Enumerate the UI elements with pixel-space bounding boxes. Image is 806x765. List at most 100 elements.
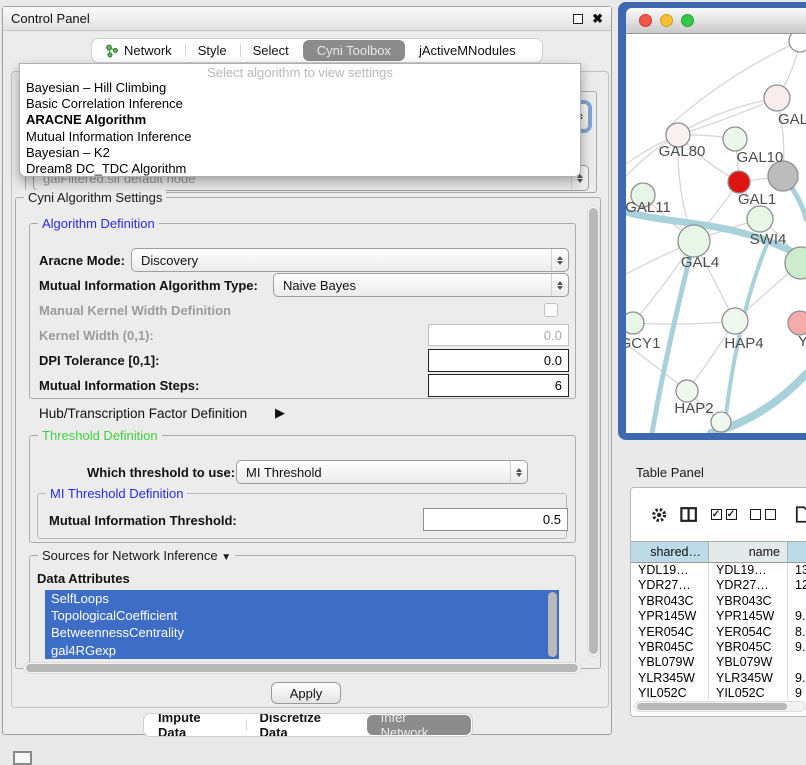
node-gal10[interactable]	[723, 127, 747, 151]
node[interactable]	[789, 34, 806, 52]
tab-infer-network[interactable]: Infer Network	[367, 715, 471, 735]
which-threshold-label: Which threshold to use:	[87, 465, 235, 480]
deselect-all-checkboxes-icon[interactable]	[750, 509, 776, 520]
tab-impute-data[interactable]: Impute Data	[144, 714, 246, 736]
node-gal1[interactable]	[747, 206, 773, 232]
manual-kernel-width-label: Manual Kernel Width Definition	[39, 303, 231, 318]
tab-select[interactable]: Select	[240, 39, 302, 62]
node-label: GAL4	[681, 254, 719, 271]
aracne-mode-label: Aracne Mode:	[39, 253, 125, 268]
combo-stepper-icon	[551, 274, 568, 296]
node-hap4[interactable]	[722, 308, 748, 334]
table-row[interactable]: YBL079W YBL079W	[631, 655, 806, 670]
node-gcy1[interactable]	[626, 312, 644, 334]
manual-kernel-width-checkbox[interactable]	[544, 303, 558, 317]
mi-steps-field[interactable]: 6	[428, 374, 569, 397]
table-row[interactable]: YDL19… YDL19… 13	[631, 563, 806, 578]
table-row[interactable]: YBR045C YBR045C 9.	[631, 640, 806, 655]
popup-item[interactable]: Mutual Information Inference	[20, 129, 580, 145]
node-label: GAL80	[659, 143, 706, 160]
node-label: GAL1	[738, 191, 776, 208]
network-canvas[interactable]: GAL GAL80 GAL10 GAL1 GAL11 SWI4 GAL4 GCY…	[626, 34, 806, 433]
aracne-mode-combobox[interactable]: Discovery	[131, 248, 569, 272]
node-label: SWI4	[750, 231, 787, 248]
apply-button[interactable]: Apply	[271, 682, 341, 704]
float-panel-icon[interactable]	[573, 14, 583, 24]
data-attributes-list[interactable]: SelfLoops TopologicalCoefficient Between…	[45, 590, 559, 659]
tab-jactivemnodules[interactable]: jActiveMNodules	[406, 39, 529, 62]
hub-section-label[interactable]: Hub/Transcription Factor Definition	[39, 406, 247, 421]
mi-steps-label: Mutual Information Steps:	[39, 378, 199, 393]
gear-icon[interactable]	[651, 506, 667, 524]
mi-algorithm-type-label: Mutual Information Algorithm Type:	[39, 278, 258, 293]
group-title: Sources for Network Inference ▼	[38, 548, 235, 563]
node-red-selected[interactable]	[728, 171, 750, 193]
tab-network[interactable]: Network	[92, 39, 185, 62]
minimize-window-icon[interactable]	[660, 14, 673, 27]
node-label: GAL11	[626, 199, 671, 216]
mi-algorithm-type-combobox[interactable]: Naive Bayes	[273, 273, 569, 297]
list-item[interactable]: SelfLoops	[45, 590, 559, 607]
dpi-tolerance-label: DPI Tolerance [0,1]:	[39, 353, 159, 368]
settings-vertical-scrollbar[interactable]	[587, 205, 600, 657]
popup-item-selected[interactable]: ARACNE Algorithm	[20, 112, 580, 128]
table-toolbar: ✓✓	[631, 488, 806, 541]
table-row[interactable]: YPR145W YPR145W 9.	[631, 609, 806, 624]
list-scrollbar[interactable]	[548, 592, 557, 657]
node-pink[interactable]	[788, 311, 806, 335]
node-label: GAL	[778, 111, 806, 128]
tab-cyni-toolbox[interactable]: Cyni Toolbox	[303, 40, 405, 61]
list-item[interactable]: BetweennessCentrality	[45, 624, 559, 641]
close-panel-icon[interactable]: ✖	[592, 14, 603, 24]
control-panel-titlebar: Control Panel ✖	[3, 7, 611, 31]
table-horizontal-scrollbar[interactable]	[634, 701, 806, 712]
table-row[interactable]: YER054C YER054C 8.	[631, 625, 806, 640]
network-view-window[interactable]: GAL GAL80 GAL10 GAL1 GAL11 SWI4 GAL4 GCY…	[618, 2, 806, 440]
tab-discretize-data[interactable]: Discretize Data	[246, 714, 366, 736]
expanded-arrow-icon[interactable]: ▼	[221, 552, 231, 563]
tab-label: Network	[124, 43, 172, 58]
new-document-icon[interactable]	[795, 505, 806, 524]
network-window-titlebar	[626, 8, 806, 34]
network-icon	[105, 44, 119, 58]
table-row[interactable]: YIL052C YIL052C 9	[631, 686, 806, 699]
popup-item[interactable]: Basic Correlation Inference	[20, 96, 580, 112]
table-row[interactable]: YLR345W YLR345W 9.	[631, 671, 806, 686]
list-item[interactable]: gal4RGexp	[45, 642, 559, 659]
select-all-checkboxes-icon[interactable]: ✓✓	[711, 509, 737, 520]
table-header-row: shared… name	[631, 541, 806, 563]
table-row[interactable]: YBR043C YBR043C	[631, 594, 806, 609]
table-body: YDL19… YDL19… 13 YDR27… YDR27… 12 YBR043…	[631, 563, 806, 699]
bottom-tabbar: Impute Data Discretize Data Infer Networ…	[143, 713, 473, 737]
split-columns-icon[interactable]	[680, 506, 697, 523]
column-header-name[interactable]: name	[709, 542, 788, 562]
tab-style[interactable]: Style	[185, 39, 240, 62]
algorithm-dropdown-popup: Select algorithm to view settings Bayesi…	[19, 63, 581, 177]
node[interactable]	[764, 85, 790, 111]
close-window-icon[interactable]	[639, 14, 652, 27]
mi-threshold-label: Mutual Information Threshold:	[49, 513, 237, 528]
table-panel-title: Table Panel	[636, 465, 704, 480]
dpi-tolerance-field[interactable]: 0.0	[428, 349, 569, 372]
list-item[interactable]: TopologicalCoefficient	[45, 607, 559, 624]
node-label: HAP2	[674, 400, 713, 417]
column-header-shared-name[interactable]: shared…	[631, 542, 709, 562]
collapsed-arrow-icon[interactable]: ▶	[275, 405, 285, 421]
popup-item[interactable]: Dream8 DC_TDC Algorithm	[20, 161, 580, 177]
settings-horizontal-scrollbar[interactable]	[23, 662, 581, 674]
control-panel-tabbar: Network Style Select Cyni Toolbox jActiv…	[91, 38, 543, 63]
node-label: GCY1	[626, 335, 660, 352]
table-row[interactable]: YDR27… YDR27… 12	[631, 578, 806, 593]
mi-threshold-field[interactable]: 0.5	[423, 508, 568, 531]
node-hap2[interactable]	[676, 380, 698, 402]
popup-item[interactable]: Bayesian – K2	[20, 145, 580, 161]
which-threshold-combobox[interactable]: MI Threshold	[236, 460, 528, 484]
combo-stepper-icon	[510, 461, 527, 483]
column-header-clipped[interactable]	[788, 542, 806, 562]
zoom-window-icon[interactable]	[681, 14, 694, 27]
group-title: MI Threshold Definition	[46, 486, 187, 501]
restore-panel-icon[interactable]	[13, 751, 32, 765]
node[interactable]	[711, 412, 731, 432]
popup-item[interactable]: Bayesian – Hill Climbing	[20, 80, 580, 96]
node-gal4[interactable]	[678, 225, 710, 257]
